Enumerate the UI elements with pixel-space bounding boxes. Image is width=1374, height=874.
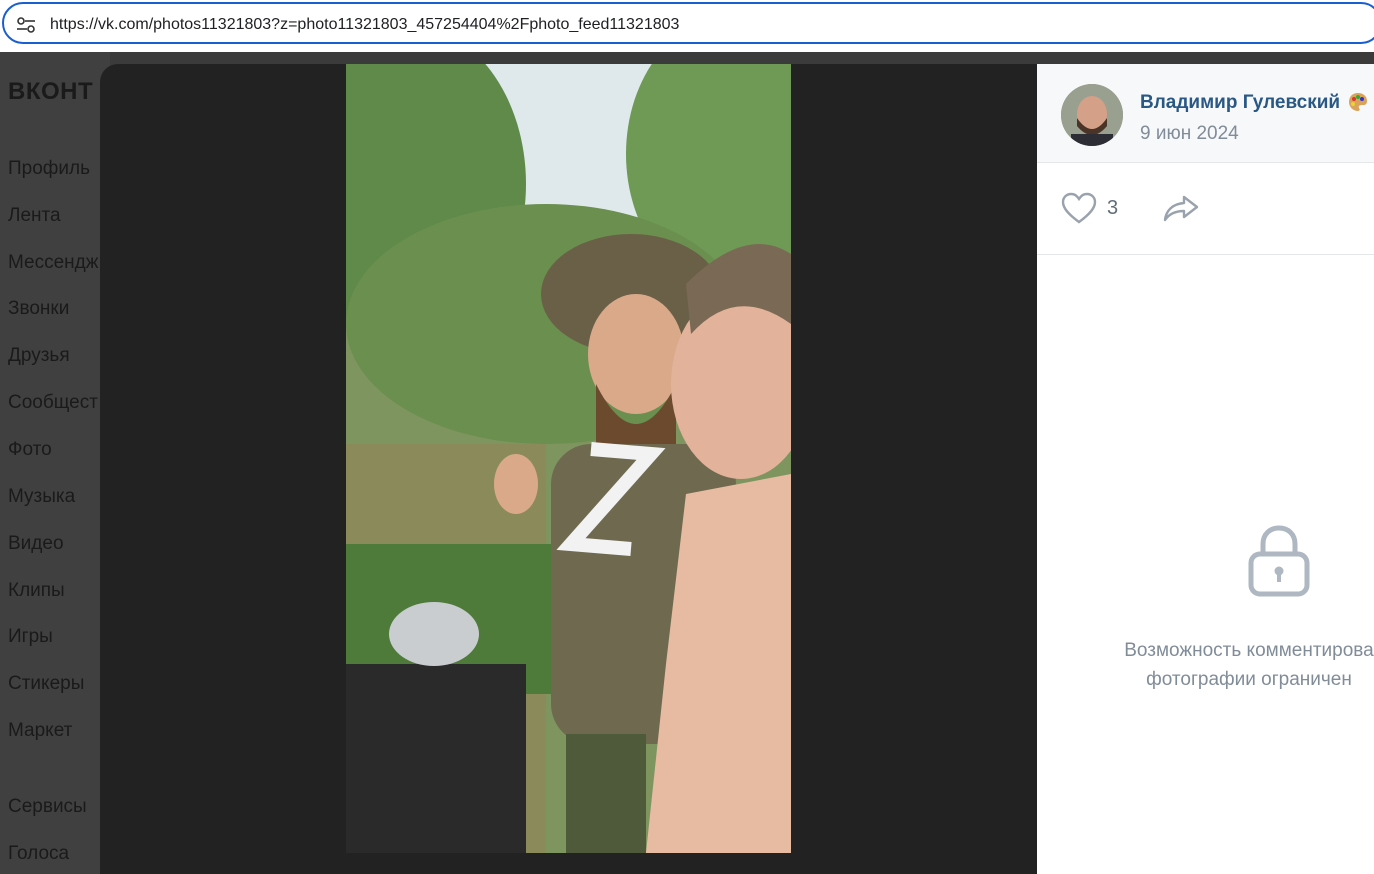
sidebar-item-market[interactable]: Маркет — [8, 720, 72, 742]
share-icon[interactable] — [1162, 193, 1200, 223]
avatar-picture — [1061, 84, 1123, 146]
like-count: 3 — [1107, 197, 1119, 219]
comments-restricted-line2: фотографии ограничен — [1146, 669, 1352, 690]
avatar[interactable] — [1061, 84, 1123, 146]
url-text[interactable]: https://vk.com/photos11321803?z=photo113… — [50, 16, 679, 34]
actions-bar: 3 — [1037, 163, 1374, 255]
tune-icon[interactable] — [16, 17, 36, 33]
sidebar-item-profile[interactable]: Профиль — [8, 158, 90, 180]
sidebar-item-friends[interactable]: Друзья — [8, 345, 70, 367]
author-header: Владимир Гулевский 9 июн 2024 — [1037, 64, 1374, 163]
sidebar-item-voices[interactable]: Голоса — [8, 843, 69, 865]
sidebar-nav: ВКОНТ Профиль Лента Мессендж Звонки Друз… — [0, 52, 110, 874]
vk-logo[interactable]: ВКОНТ — [8, 78, 93, 106]
photo-illustration — [346, 64, 791, 853]
photo-image[interactable] — [346, 64, 791, 853]
heart-icon[interactable] — [1060, 191, 1098, 225]
palette-icon — [1349, 93, 1367, 111]
author-name-link[interactable]: Владимир Гулевский — [1140, 92, 1340, 114]
sidebar-item-services[interactable]: Сервисы — [8, 796, 87, 818]
sidebar-item-video[interactable]: Видео — [8, 533, 64, 555]
url-field[interactable]: https://vk.com/photos11321803?z=photo113… — [2, 2, 1374, 44]
browser-address-bar: https://vk.com/photos11321803?z=photo113… — [0, 0, 1374, 52]
sidebar-item-calls[interactable]: Звонки — [8, 298, 69, 320]
sidebar-item-communities[interactable]: Сообщест — [8, 392, 98, 414]
sidebar-item-photos[interactable]: Фото — [8, 439, 52, 461]
sidebar-item-stickers[interactable]: Стикеры — [8, 673, 84, 695]
comments-restricted-note: Возможность комментирова фотографии огра… — [1099, 636, 1374, 694]
sidebar-item-feed[interactable]: Лента — [8, 205, 61, 227]
sidebar-item-games[interactable]: Игры — [8, 626, 53, 648]
post-date: 9 июн 2024 — [1140, 123, 1239, 144]
sidebar-item-music[interactable]: Музыка — [8, 486, 75, 508]
comments-restricted-line1: Возможность комментирова — [1124, 640, 1374, 661]
photo-info-panel: Владимир Гулевский 9 июн 2024 3 Возможно… — [1037, 64, 1374, 874]
lock-icon — [1248, 525, 1310, 597]
sidebar-item-messenger[interactable]: Мессендж — [8, 252, 98, 274]
sidebar-item-clips[interactable]: Клипы — [8, 580, 65, 602]
